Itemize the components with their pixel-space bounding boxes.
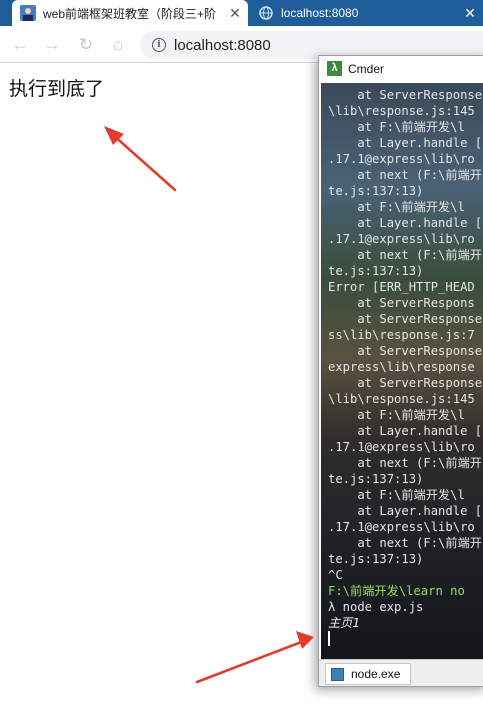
screenshot-root: web前端框架班教室（阶段三+阶 ✕ localhost:8080 ✕ ← → …	[0, 0, 483, 710]
annotation-arrow-page	[104, 126, 177, 192]
annotation-arrows	[104, 126, 314, 684]
annotation-arrow-console	[195, 631, 314, 684]
